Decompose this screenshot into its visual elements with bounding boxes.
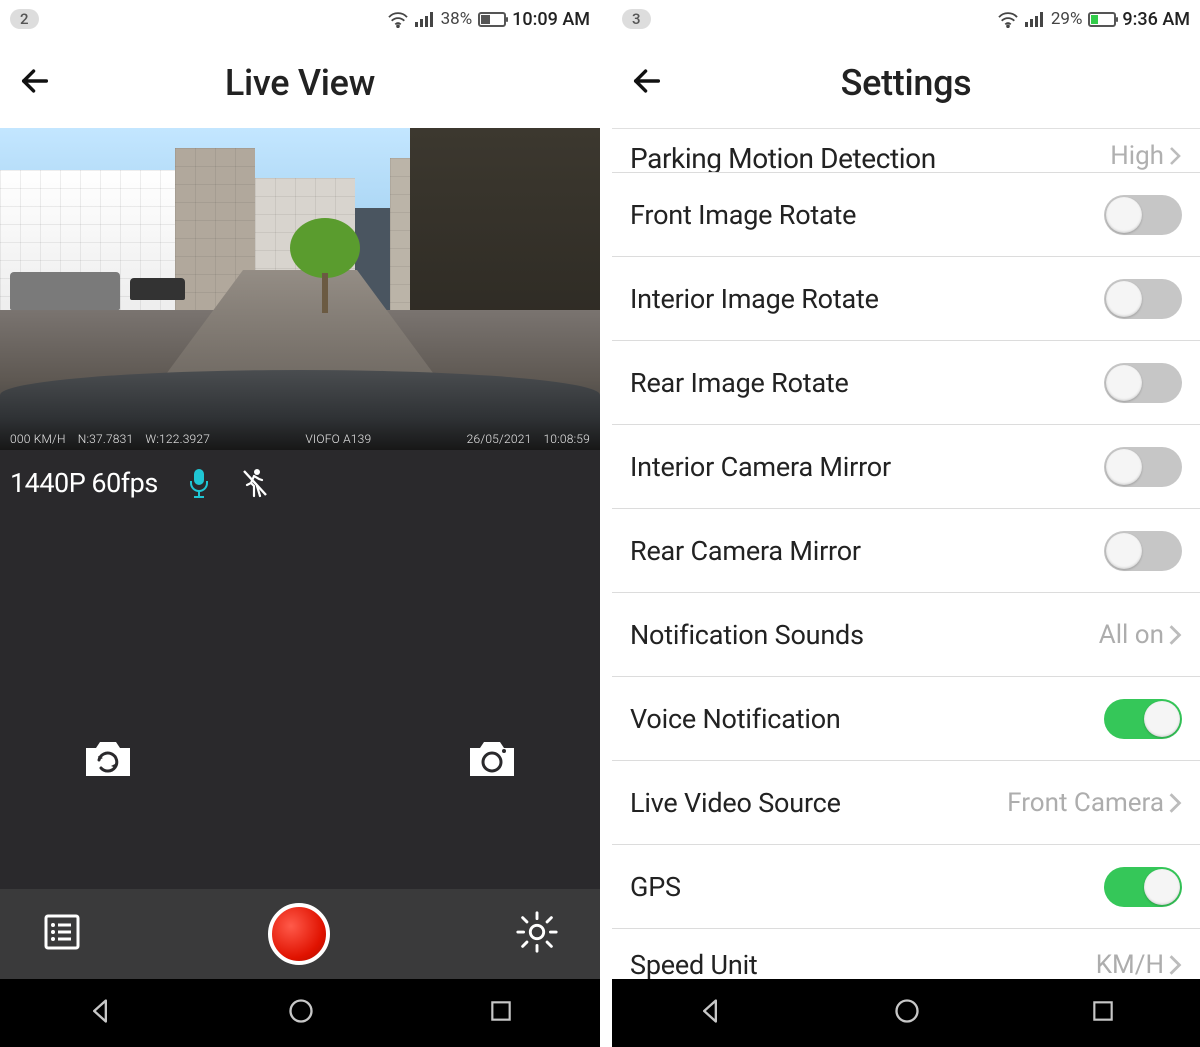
clock: 9:36 AM [1122,9,1190,30]
setting-row-speed-unit[interactable]: Speed Unit KM/H [612,929,1200,979]
battery-percentage: 29% [1051,9,1083,29]
wifi-icon [997,10,1019,28]
signal-icon [415,11,435,27]
video-info-bar: 1440P 60fps [0,450,600,515]
title-bar: Settings [612,38,1200,128]
setting-row-front-image-rotate[interactable]: Front Image Rotate [612,173,1200,257]
page-title: Settings [841,62,972,104]
overlay-lon: W:122.3927 [145,432,210,446]
microphone-icon[interactable] [184,466,214,500]
setting-row-interior-image-rotate[interactable]: Interior Image Rotate [612,257,1200,341]
wifi-icon [387,10,409,28]
setting-value: KM/H [1096,950,1182,979]
bottom-toolbar [0,889,600,979]
toggle-gps[interactable] [1104,867,1182,907]
setting-label: GPS [630,871,681,903]
setting-row-live-video-source[interactable]: Live Video Source Front Camera [612,761,1200,845]
overlay-speed: 000 KM/H [10,432,66,446]
signal-icon [1025,11,1045,27]
nav-back-button[interactable] [696,997,724,1029]
toggle-interior-image-rotate[interactable] [1104,279,1182,319]
nav-recents-button[interactable] [488,998,514,1028]
nav-home-button[interactable] [287,997,315,1029]
status-bar: 2 38% 10:09 AM [0,0,600,38]
toggle-rear-image-rotate[interactable] [1104,363,1182,403]
setting-label: Interior Camera Mirror [630,451,891,483]
resolution-label: 1440P 60fps [10,467,158,499]
setting-label: Rear Camera Mirror [630,535,861,567]
page-title: Live View [225,62,375,104]
title-bar: Live View [0,38,600,128]
setting-label: Speed Unit [630,949,758,979]
setting-value: Front Camera [1007,788,1182,818]
toggle-voice-notification[interactable] [1104,699,1182,739]
phone-live-view: 2 38% 10:09 AM Live View [0,0,600,1047]
setting-row-rear-camera-mirror[interactable]: Rear Camera Mirror [612,509,1200,593]
record-button[interactable] [268,903,330,965]
setting-row-parking-motion-detection[interactable]: Parking Motion Detection High [612,129,1200,173]
back-button[interactable] [630,64,664,102]
setting-value: High [1110,146,1182,166]
battery-percentage: 38% [441,9,473,29]
setting-label: Notification Sounds [630,619,864,651]
setting-row-gps[interactable]: GPS [612,845,1200,929]
setting-label: Parking Motion Detection [630,152,936,166]
setting-label: Rear Image Rotate [630,367,849,399]
overlay-model: VIOFO A139 [305,432,371,446]
toggle-front-image-rotate[interactable] [1104,195,1182,235]
back-button[interactable] [18,64,52,102]
overlay-time: 10:08:59 [543,432,590,446]
setting-label: Interior Image Rotate [630,283,879,315]
android-nav-bar [0,979,600,1047]
overlay-date: 26/05/2021 [467,432,532,446]
setting-label: Live Video Source [630,787,841,819]
live-video-feed[interactable]: 000 KM/H N:37.7831 W:122.3927 VIOFO A139… [0,128,600,450]
toggle-interior-camera-mirror[interactable] [1104,447,1182,487]
toggle-rear-camera-mirror[interactable] [1104,531,1182,571]
video-overlay-text: 000 KM/H N:37.7831 W:122.3927 VIOFO A139… [0,432,600,446]
settings-button[interactable] [514,909,560,959]
battery-icon [478,12,506,27]
nav-back-button[interactable] [86,997,114,1029]
motion-detection-off-icon[interactable] [240,466,270,500]
clock: 10:09 AM [512,9,590,30]
phone-settings: 3 29% 9:36 AM Settings [612,0,1200,1047]
setting-row-rear-image-rotate[interactable]: Rear Image Rotate [612,341,1200,425]
setting-row-voice-notification[interactable]: Voice Notification [612,677,1200,761]
setting-label: Front Image Rotate [630,199,856,231]
file-list-button[interactable] [40,910,84,958]
setting-label: Voice Notification [630,703,841,735]
nav-home-button[interactable] [893,997,921,1029]
android-nav-bar [612,979,1200,1047]
snapshot-button[interactable] [464,736,520,788]
setting-row-notification-sounds[interactable]: Notification Sounds All on [612,593,1200,677]
battery-charging-icon [1088,12,1116,27]
notification-count-badge: 3 [622,9,651,29]
live-view-controls-area [0,515,600,889]
overlay-lat: N:37.7831 [78,432,134,446]
setting-value: All on [1099,620,1182,650]
nav-recents-button[interactable] [1090,998,1116,1028]
settings-list[interactable]: Parking Motion Detection High Front Imag… [612,128,1200,979]
switch-camera-button[interactable] [80,736,136,788]
notification-count-badge: 2 [10,9,39,29]
status-bar: 3 29% 9:36 AM [612,0,1200,38]
setting-row-interior-camera-mirror[interactable]: Interior Camera Mirror [612,425,1200,509]
